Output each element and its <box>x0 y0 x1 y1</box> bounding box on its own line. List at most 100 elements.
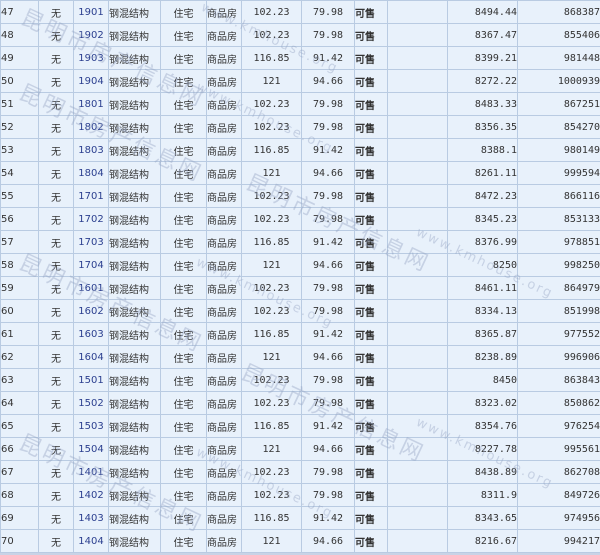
structure-cell: 钢混结构 <box>108 138 161 162</box>
floor-area-cell: 121 <box>241 69 302 93</box>
row-index-cell: 69 <box>0 506 39 530</box>
property-type-cell: 商品房 <box>206 230 242 254</box>
floor-area-cell: 121 <box>241 161 302 185</box>
total-price-cell: 868387 <box>517 0 600 24</box>
unit-price-cell: 8367.47 <box>447 23 518 47</box>
property-type-cell: 商品房 <box>206 322 242 346</box>
usage-cell: 住宅 <box>160 138 207 162</box>
unit-price-cell: 8334.13 <box>447 299 518 323</box>
table-row: 62 无 1604 钢混结构 住宅 商品房 121 94.66 可售 8238.89 996906 <box>0 345 600 369</box>
empty-cell <box>387 0 448 24</box>
total-price-cell: 976254 <box>517 414 600 438</box>
room-number-link[interactable]: 1801 <box>78 99 103 110</box>
unit-price-cell: 8272.22 <box>447 69 518 93</box>
empty-cell <box>387 207 448 231</box>
structure-cell: 钢混结构 <box>108 529 161 553</box>
room-number-link[interactable]: 1604 <box>78 352 103 363</box>
usage-cell: 住宅 <box>160 483 207 507</box>
inner-area-cell: 94.66 <box>301 253 355 277</box>
structure-cell: 钢混结构 <box>108 230 161 254</box>
floor-area-cell: 102.23 <box>241 368 302 392</box>
empty-cell <box>387 368 448 392</box>
total-price-cell: 977552 <box>517 322 600 346</box>
sale-status-cell: 可售 <box>354 138 388 162</box>
inner-area-cell: 94.66 <box>301 529 355 553</box>
room-number-link[interactable]: 1403 <box>78 513 103 524</box>
sale-status-cell: 可售 <box>354 184 388 208</box>
room-number-cell: 1903 <box>73 46 109 70</box>
table-row: 48 无 1902 钢混结构 住宅 商品房 102.23 79.98 可售 8367.47 8554… <box>0 23 600 47</box>
usage-cell: 住宅 <box>160 299 207 323</box>
sale-status-cell: 可售 <box>354 253 388 277</box>
empty-cell <box>387 23 448 47</box>
property-type-cell: 商品房 <box>206 138 242 162</box>
placeholder-cell: 无 <box>38 23 74 47</box>
sale-status-cell: 可售 <box>354 391 388 415</box>
empty-cell <box>387 138 448 162</box>
unit-price-cell: 8227.78 <box>447 437 518 461</box>
room-number-link[interactable]: 1603 <box>78 329 103 340</box>
room-number-cell: 1601 <box>73 276 109 300</box>
room-number-cell: 1401 <box>73 460 109 484</box>
usage-cell: 住宅 <box>160 391 207 415</box>
room-number-cell: 1703 <box>73 230 109 254</box>
room-number-link[interactable]: 1802 <box>78 122 103 133</box>
table-row: 66 无 1504 钢混结构 住宅 商品房 121 94.66 可售 8227.78 995561 <box>0 437 600 461</box>
room-number-cell: 1603 <box>73 322 109 346</box>
table-row: 69 无 1403 钢混结构 住宅 商品房 116.85 91.42 可售 8343.65 9749… <box>0 506 600 530</box>
inner-area-cell: 79.98 <box>301 391 355 415</box>
usage-cell: 住宅 <box>160 368 207 392</box>
room-number-link[interactable]: 1404 <box>78 536 103 547</box>
empty-cell <box>387 69 448 93</box>
room-number-link[interactable]: 1701 <box>78 191 103 202</box>
placeholder-cell: 无 <box>38 161 74 185</box>
row-index-cell: 64 <box>0 391 39 415</box>
placeholder-cell: 无 <box>38 506 74 530</box>
room-number-link[interactable]: 1402 <box>78 490 103 501</box>
total-price-cell: 998250 <box>517 253 600 277</box>
table-row: 51 无 1801 钢混结构 住宅 商品房 102.23 79.98 可售 8483.33 8672… <box>0 92 600 116</box>
placeholder-cell: 无 <box>38 207 74 231</box>
row-index-cell: 49 <box>0 46 39 70</box>
total-price-cell: 862708 <box>517 460 600 484</box>
property-type-cell: 商品房 <box>206 23 242 47</box>
room-number-link[interactable]: 1503 <box>78 421 103 432</box>
table-row: 47 无 1901 钢混结构 住宅 商品房 102.23 79.98 可售 8494.44 8683… <box>0 0 600 24</box>
room-number-cell: 1604 <box>73 345 109 369</box>
room-number-link[interactable]: 1901 <box>78 7 103 18</box>
unit-price-cell: 8323.02 <box>447 391 518 415</box>
room-number-link[interactable]: 1401 <box>78 467 103 478</box>
table-row: 53 无 1803 钢混结构 住宅 商品房 116.85 91.42 可售 8388.1 98014… <box>0 138 600 162</box>
usage-cell: 住宅 <box>160 184 207 208</box>
room-number-link[interactable]: 1903 <box>78 53 103 64</box>
unit-price-cell: 8376.99 <box>447 230 518 254</box>
room-number-link[interactable]: 1502 <box>78 398 103 409</box>
room-number-link[interactable]: 1501 <box>78 375 103 386</box>
room-number-link[interactable]: 1702 <box>78 214 103 225</box>
inner-area-cell: 91.42 <box>301 322 355 346</box>
room-number-link[interactable]: 1804 <box>78 168 103 179</box>
unit-price-cell: 8261.11 <box>447 161 518 185</box>
row-index-cell: 62 <box>0 345 39 369</box>
room-number-link[interactable]: 1902 <box>78 30 103 41</box>
inner-area-cell: 91.42 <box>301 414 355 438</box>
room-number-link[interactable]: 1601 <box>78 283 103 294</box>
room-number-link[interactable]: 1904 <box>78 76 103 87</box>
floor-area-cell: 116.85 <box>241 506 302 530</box>
structure-cell: 钢混结构 <box>108 69 161 93</box>
floor-area-cell: 116.85 <box>241 46 302 70</box>
property-type-cell: 商品房 <box>206 529 242 553</box>
table-row: 60 无 1602 钢混结构 住宅 商品房 102.23 79.98 可售 8334.13 8519… <box>0 299 600 323</box>
room-number-link[interactable]: 1803 <box>78 145 103 156</box>
row-index-cell: 59 <box>0 276 39 300</box>
total-price-cell: 999594 <box>517 161 600 185</box>
structure-cell: 钢混结构 <box>108 92 161 116</box>
room-number-link[interactable]: 1704 <box>78 260 103 271</box>
inner-area-cell: 79.98 <box>301 483 355 507</box>
table-row: 49 无 1903 钢混结构 住宅 商品房 116.85 91.42 可售 8399.21 9814… <box>0 46 600 70</box>
room-number-link[interactable]: 1703 <box>78 237 103 248</box>
room-number-link[interactable]: 1504 <box>78 444 103 455</box>
room-number-link[interactable]: 1602 <box>78 306 103 317</box>
inner-area-cell: 79.98 <box>301 115 355 139</box>
floor-area-cell: 121 <box>241 529 302 553</box>
